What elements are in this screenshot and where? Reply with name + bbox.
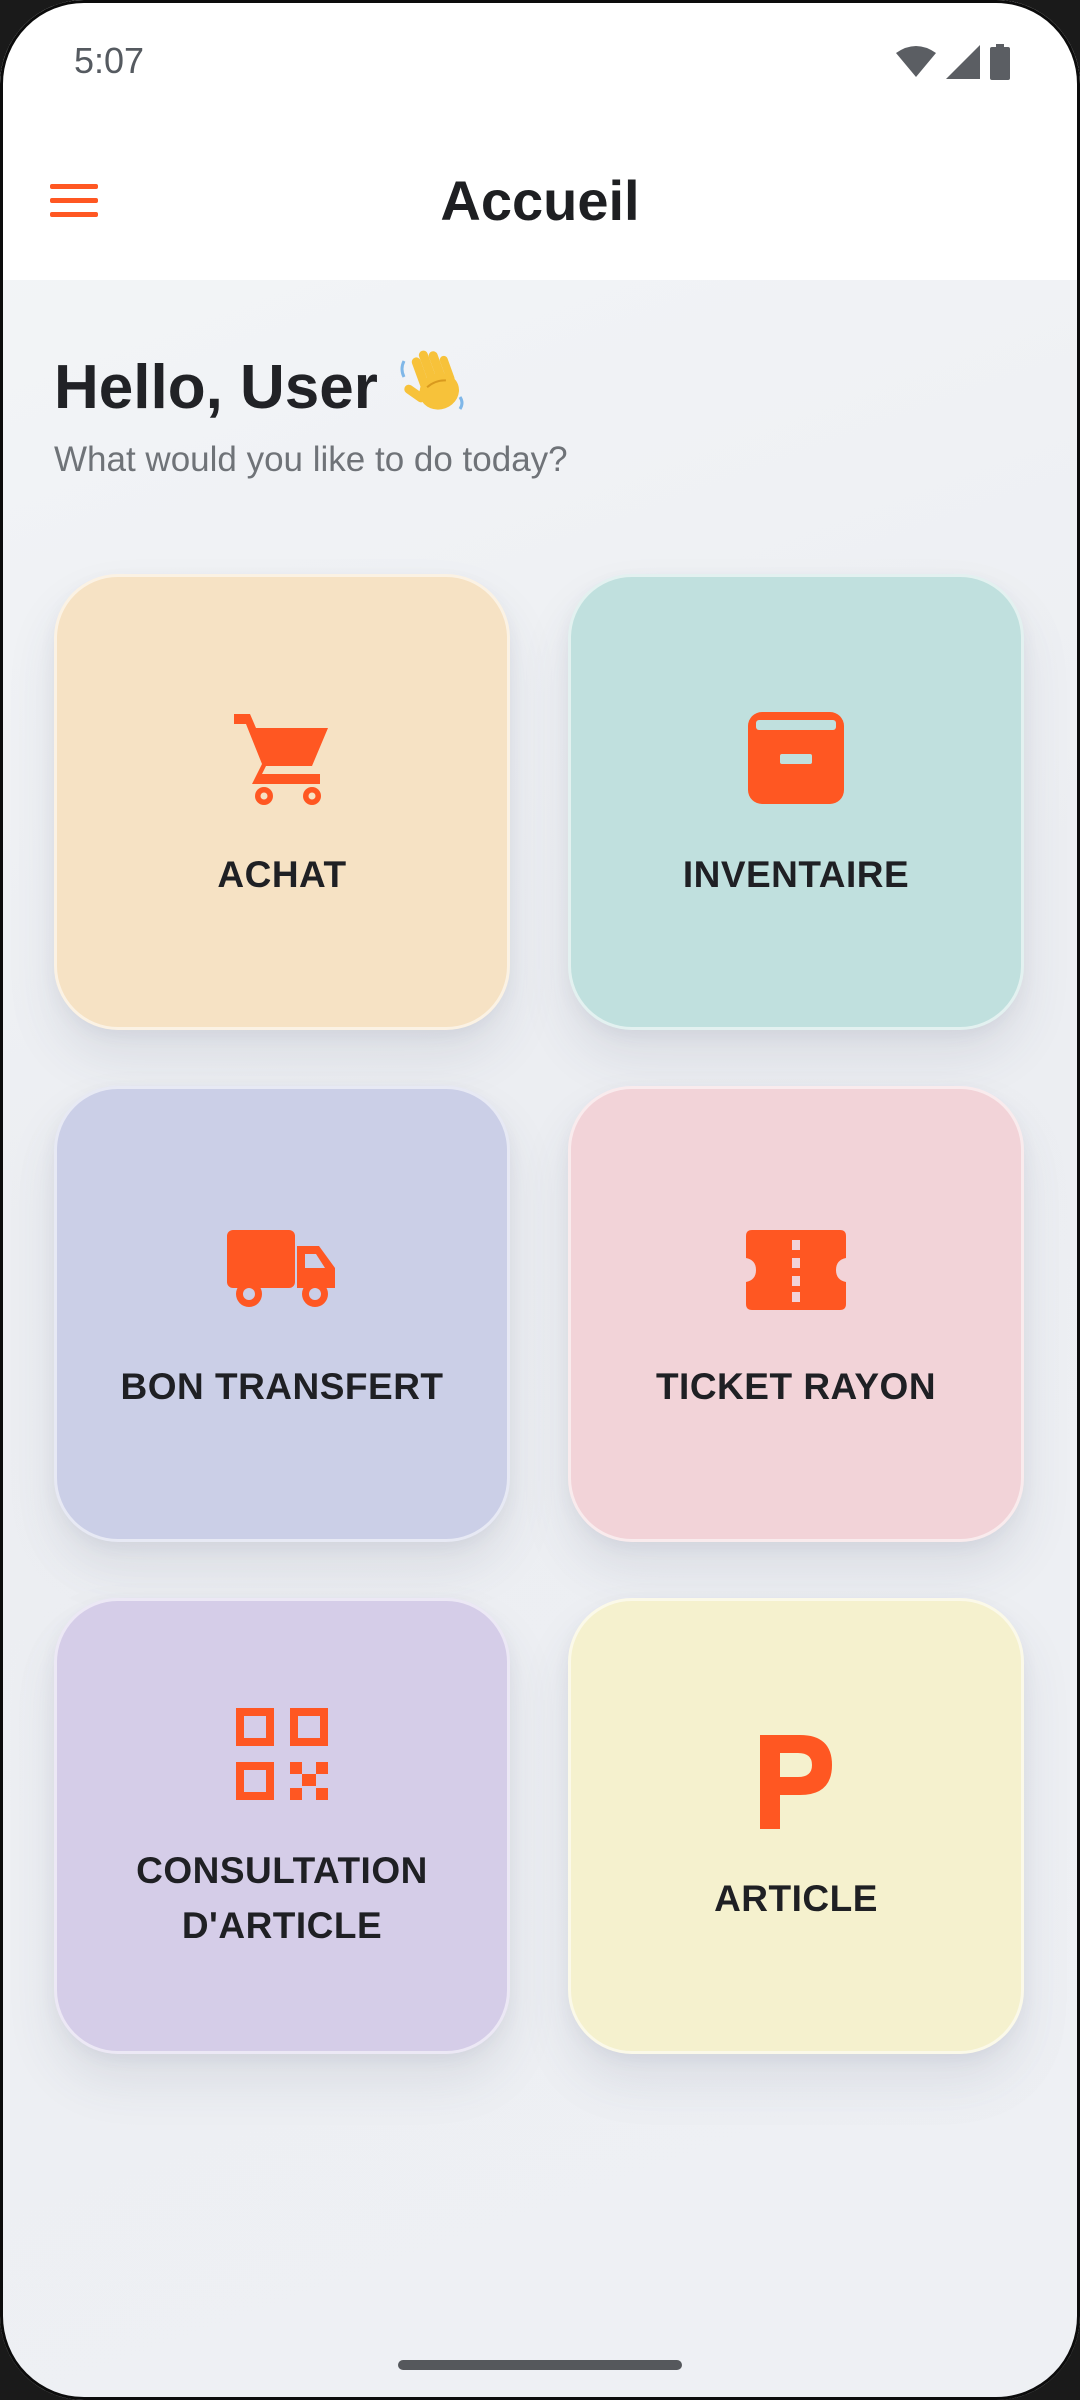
app-bar: Accueil bbox=[0, 130, 1080, 280]
shopping-cart-icon bbox=[227, 703, 337, 813]
status-bar: 5:07 bbox=[0, 0, 1080, 130]
cellular-signal-icon bbox=[946, 44, 980, 84]
tile-inventaire[interactable]: INVENTAIRE bbox=[568, 574, 1024, 1030]
tile-achat[interactable]: ACHAT bbox=[54, 574, 510, 1030]
status-icons bbox=[896, 43, 1010, 85]
tile-label: TICKET RAYON bbox=[655, 1365, 937, 1407]
ticket-icon bbox=[741, 1215, 851, 1325]
status-time: 5:07 bbox=[74, 40, 145, 81]
tile-label: CONSULTATION D'ARTICLE bbox=[136, 1843, 428, 1953]
home-indicator[interactable] bbox=[398, 2360, 682, 2370]
tile-label: ACHAT bbox=[217, 853, 347, 895]
phone-screen: 5:07 Accueil Hello, User What would you … bbox=[0, 0, 1080, 2400]
tile-label: ARTICLE bbox=[714, 1877, 878, 1919]
qr-code-icon bbox=[227, 1699, 337, 1809]
subtitle: What would you like to do today? bbox=[54, 440, 568, 479]
tile-consultation-article[interactable]: CONSULTATION D'ARTICLE bbox=[54, 1598, 510, 2054]
tile-label: BON TRANSFERT bbox=[120, 1365, 444, 1407]
tile-bon-transfert[interactable]: BON TRANSFERT bbox=[54, 1086, 510, 1542]
action-grid: ACHAT INVENTAIRE BON TRANSFERT TICKET RA… bbox=[54, 574, 1026, 2054]
letter-p-icon bbox=[741, 1727, 851, 1837]
tile-label: INVENTAIRE bbox=[682, 853, 910, 895]
greeting-text: Hello, User bbox=[54, 353, 378, 422]
page-title: Accueil bbox=[440, 169, 640, 232]
wifi-icon bbox=[896, 45, 936, 84]
tile-label-line-1: CONSULTATION bbox=[136, 1850, 428, 1891]
greeting: Hello, User bbox=[54, 345, 468, 430]
waving-hand-icon bbox=[398, 345, 468, 430]
battery-icon bbox=[990, 43, 1010, 85]
delivery-truck-icon bbox=[227, 1215, 337, 1325]
tile-label-line-2: D'ARTICLE bbox=[181, 1905, 383, 1946]
tile-ticket-rayon[interactable]: TICKET RAYON bbox=[568, 1086, 1024, 1542]
tile-article[interactable]: ARTICLE bbox=[568, 1598, 1024, 2054]
archive-box-icon bbox=[741, 703, 851, 813]
